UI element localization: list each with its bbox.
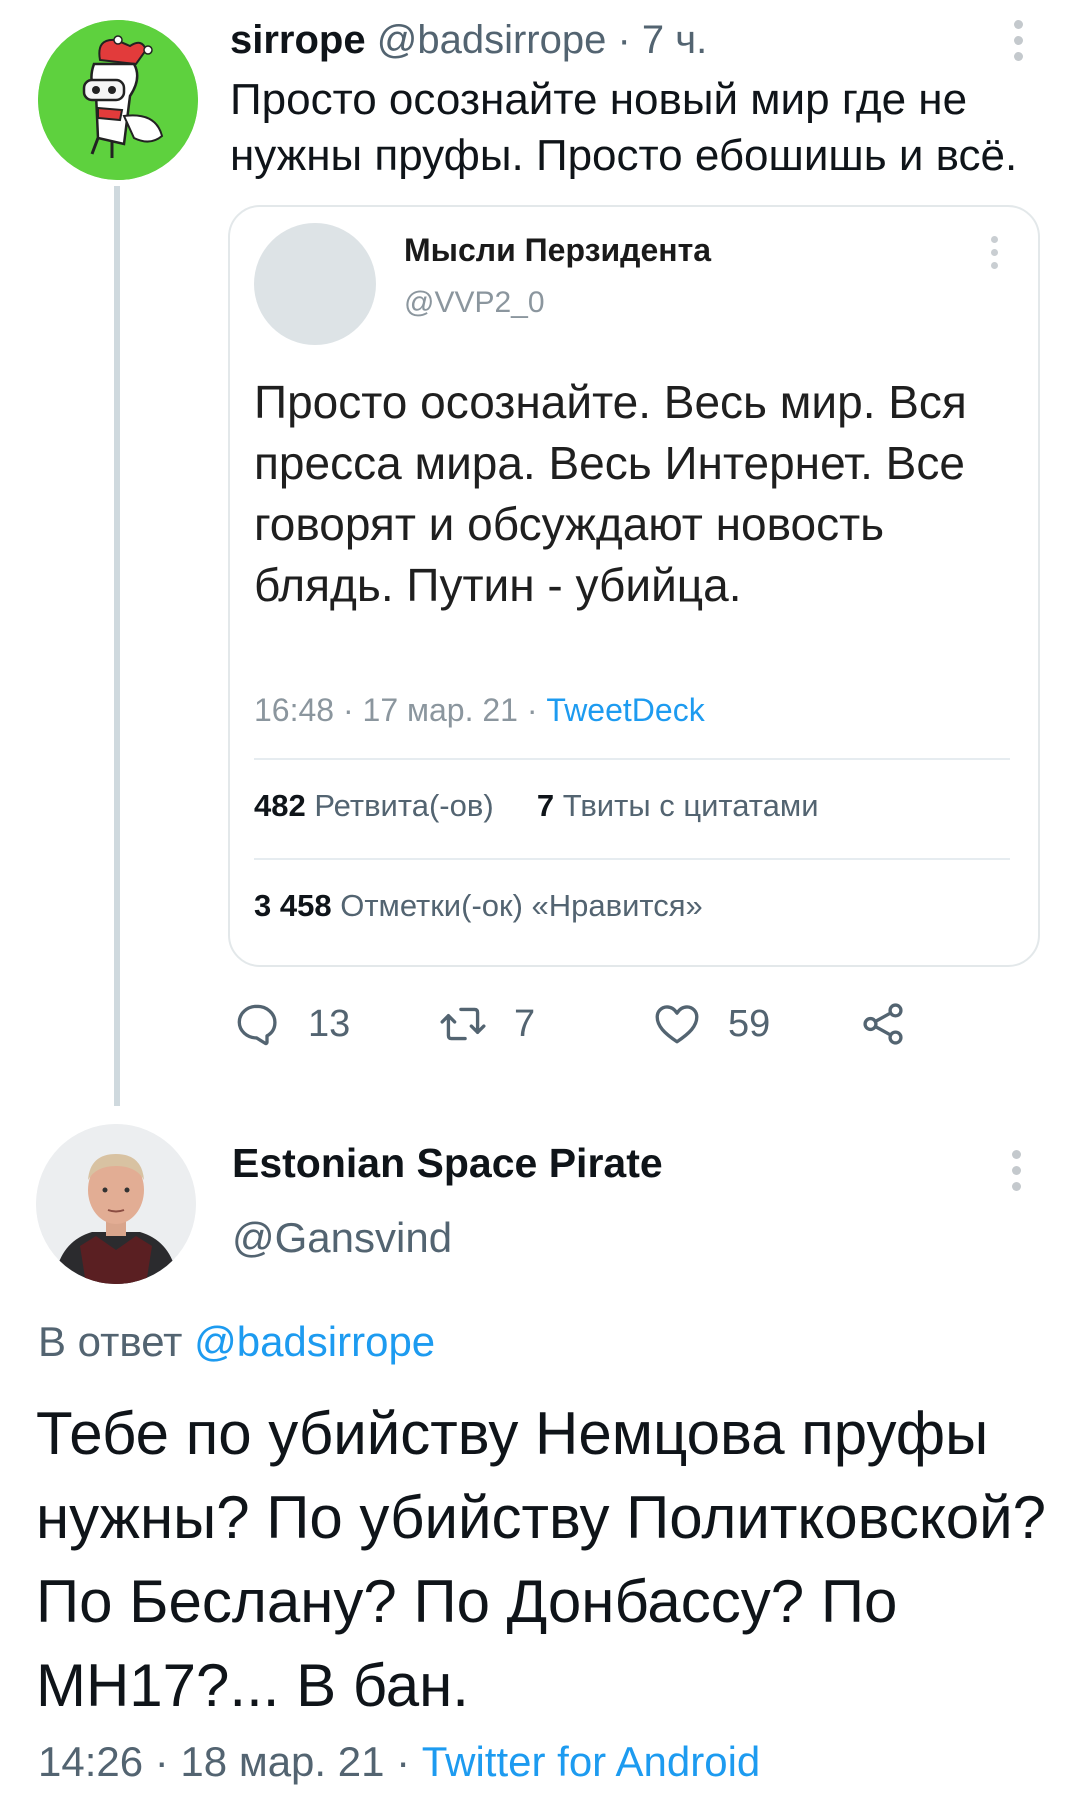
share-button[interactable] <box>858 996 908 1052</box>
share-icon <box>863 1003 903 1045</box>
quoted-source-link[interactable]: TweetDeck <box>546 692 704 728</box>
tweet-text: Просто осознайте новый мир где не нужны … <box>230 75 1018 180</box>
reply-button[interactable]: 13 <box>232 996 350 1052</box>
reply-timestamp: 14:26 · 18 мар. 21 · <box>38 1738 422 1785</box>
more-vertical-icon[interactable] <box>1012 20 1024 68</box>
avatar-sirrope[interactable] <box>38 20 198 180</box>
reply-mention-link[interactable]: @badsirrope <box>194 1318 435 1365</box>
quotes-stat[interactable]: 7 Твиты с цитатами <box>537 788 819 823</box>
quoted-stats-row: 482 Ретвита(-ов) 7 Твиты с цитатами <box>254 788 819 824</box>
divider <box>254 758 1010 760</box>
reply-author-handle[interactable]: @Gansvind <box>232 1214 452 1262</box>
reply-prefix: В ответ <box>38 1318 195 1365</box>
tweet-header: sirrope @badsirrope · 7 ч. <box>230 14 707 66</box>
avatar-gansvind[interactable] <box>36 1124 196 1284</box>
retweet-icon <box>440 1007 486 1041</box>
quoted-more-vertical-icon[interactable] <box>988 236 1000 275</box>
reply-count: 13 <box>308 1002 351 1045</box>
reply-to-line: В ответ @badsirrope <box>38 1318 435 1366</box>
retweet-count: 7 <box>514 1002 536 1045</box>
like-button[interactable]: 59 <box>652 996 770 1052</box>
reply-bubble-icon <box>237 1004 277 1046</box>
reply-more-vertical-icon[interactable] <box>1010 1150 1022 1198</box>
reply-source-link[interactable]: Twitter for Android <box>422 1738 760 1785</box>
tweet-time[interactable]: 7 ч. <box>642 18 707 62</box>
author-handle[interactable]: @badsirrope <box>377 18 607 62</box>
quoted-tweet-text: Просто осознайте. Весь мир. Вся пресса м… <box>254 376 967 611</box>
likes-stat[interactable]: 3 458 Отметки(-ок) «Нравится» <box>254 888 703 924</box>
thread-line <box>114 186 120 1106</box>
quoted-avatar[interactable] <box>254 223 376 345</box>
quoted-author-handle[interactable]: @VVP2_0 <box>404 286 545 320</box>
divider <box>254 858 1010 860</box>
reply-author-name[interactable]: Estonian Space Pirate <box>232 1140 663 1187</box>
quoted-tweet-meta: 16:48 · 17 мар. 21 · TweetDeck <box>254 692 705 729</box>
separator-dot: · <box>617 18 631 62</box>
author-name[interactable]: sirrope <box>230 18 366 62</box>
reply-meta: 14:26 · 18 мар. 21 · Twitter for Android <box>38 1738 760 1786</box>
reply-text: Тебе по убийству Немцова пруфы нужны? По… <box>36 1400 1047 1719</box>
quoted-author-name[interactable]: Мысли Перзидента <box>404 232 711 269</box>
heart-icon <box>655 1005 699 1044</box>
retweets-stat[interactable]: 482 Ретвита(-ов) <box>254 788 494 823</box>
retweet-button[interactable]: 7 <box>438 996 535 1052</box>
like-count: 59 <box>728 1002 771 1045</box>
quoted-timestamp: 16:48 · 17 мар. 21 · <box>254 692 547 728</box>
